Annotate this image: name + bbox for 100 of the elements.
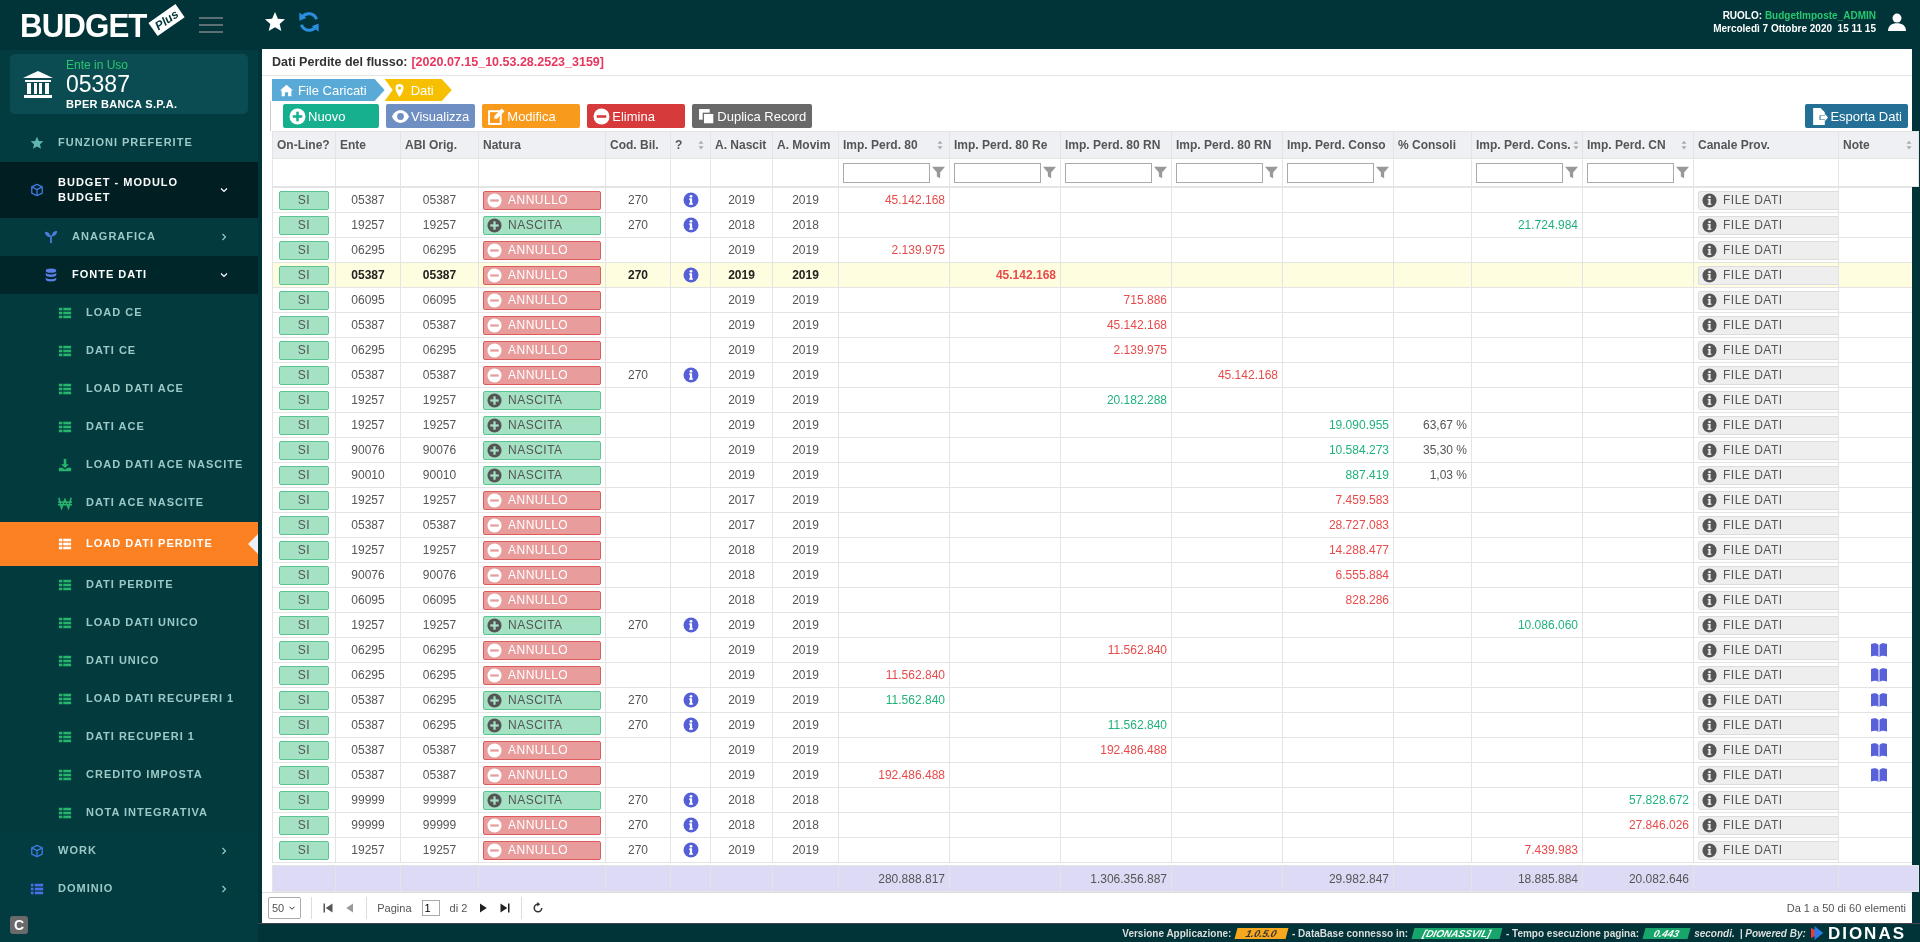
info-icon[interactable] [682, 842, 699, 858]
year-text: 2019 [792, 468, 819, 482]
code-text: 05387 [422, 518, 457, 532]
info-icon[interactable] [682, 192, 699, 208]
menu-item[interactable]: BUDGET - MODULO BUDGET [0, 162, 258, 218]
export-button[interactable]: Esporta Dati [1805, 104, 1908, 128]
date-time: Mercoledì 7 Ottobre 2020 15 11 15 [1713, 22, 1876, 36]
code-text: 06095 [422, 293, 457, 307]
nature-badge: ANNULLO [483, 565, 601, 585]
filter-icon[interactable] [1154, 166, 1167, 179]
menu-icon[interactable] [198, 15, 223, 35]
amount: 11.562.840 [885, 693, 945, 707]
filter-field[interactable] [1176, 162, 1263, 183]
code-text: 06295 [351, 643, 385, 657]
code-text: 05387 [351, 768, 385, 782]
first-page-icon[interactable] [322, 902, 335, 914]
book-icon[interactable] [1869, 692, 1888, 708]
book-icon[interactable] [1869, 742, 1888, 758]
duplicate-button[interactable]: Duplica Record [692, 104, 813, 128]
page-field[interactable]: 1 [421, 900, 440, 916]
star-icon[interactable] [264, 11, 286, 33]
year-text: 2019 [792, 343, 819, 357]
table-icon [58, 382, 72, 396]
column-header[interactable]: Note [1843, 138, 1870, 152]
info-icon[interactable] [682, 817, 699, 833]
delete-button[interactable]: Elimina [587, 104, 686, 128]
filter-icon[interactable] [932, 166, 945, 179]
minus-circle-icon [487, 592, 502, 608]
menu-item[interactable]: FONTE DATI [0, 256, 258, 294]
status-text: - DataBase connesso in: [1292, 927, 1409, 939]
minus-circle-icon [487, 367, 502, 383]
info-icon[interactable] [682, 367, 699, 383]
book-icon[interactable] [1869, 642, 1888, 658]
minus-circle-icon [593, 107, 611, 125]
plus-circle-icon [487, 467, 502, 483]
code-text: 19257 [351, 393, 385, 407]
menu-item[interactable]: WORK [0, 832, 258, 870]
info-icon [1702, 392, 1717, 408]
amount: 21.724.984 [1517, 218, 1578, 232]
info-icon [1702, 442, 1717, 458]
page-size-select[interactable]: 50 [268, 897, 302, 919]
code-text: 05387 [422, 768, 457, 782]
filter-icon[interactable] [1676, 166, 1689, 179]
status-badge: SI [279, 690, 329, 710]
nature-badge: NASCITA [483, 690, 601, 710]
amount: 45.142.168 [1106, 318, 1167, 332]
code-text: 05387 [351, 318, 385, 332]
corner-badge[interactable]: C [10, 916, 28, 934]
info-icon[interactable] [682, 267, 699, 283]
info-icon[interactable] [682, 717, 699, 733]
book-icon[interactable] [1869, 767, 1888, 783]
plus-icon [289, 107, 306, 125]
column-header[interactable]: Ente [340, 138, 366, 152]
filter-icon[interactable] [1565, 166, 1578, 179]
refresh-icon[interactable] [532, 902, 545, 914]
code-text: 270 [628, 368, 648, 382]
filter-icon[interactable] [1043, 166, 1056, 179]
filter-field[interactable] [1476, 162, 1563, 183]
filter-icon[interactable] [1265, 166, 1278, 179]
year-text: 2017 [728, 493, 755, 507]
bank-icon [22, 70, 54, 98]
last-page-icon[interactable] [499, 902, 512, 914]
filter-icon[interactable] [1376, 166, 1389, 179]
status-badge: SI [279, 315, 329, 335]
code-text: 19257 [351, 418, 385, 432]
nature-badge: ANNULLO [483, 665, 601, 685]
year-text: 2019 [728, 768, 755, 782]
channel-badge: FILE DATI [1698, 415, 1838, 435]
status-badge: SI [279, 215, 329, 235]
info-badge: [DIONASSVIL] [1411, 927, 1503, 939]
column-header[interactable]: Natura [483, 138, 521, 152]
filter-field[interactable] [843, 162, 930, 183]
book-icon[interactable] [1869, 667, 1888, 683]
year-text: 2018 [728, 793, 755, 807]
info-icon [1702, 267, 1717, 283]
filter-field[interactable] [1065, 162, 1152, 183]
info-icon [1702, 667, 1717, 683]
info-icon[interactable] [682, 792, 699, 808]
menu-item[interactable]: FUNZIONI PREFERITE [0, 124, 258, 162]
filter-field[interactable] [954, 162, 1041, 183]
version-badge: 1.0.5.0 [1234, 927, 1289, 939]
info-icon[interactable] [682, 217, 699, 233]
code-text: 19257 [351, 843, 385, 857]
nature-badge: ANNULLO [483, 590, 601, 610]
nature-badge: ANNULLO [483, 340, 601, 360]
column-header[interactable]: ? [675, 138, 683, 152]
user-icon[interactable] [1888, 13, 1906, 31]
amount: 7.439.983 [1524, 843, 1578, 857]
table-icon [58, 730, 72, 744]
info-icon [1702, 767, 1717, 783]
info-icon[interactable] [682, 617, 699, 633]
book-icon[interactable] [1869, 717, 1888, 733]
status-badge: SI [279, 440, 329, 460]
nature-badge: ANNULLO [483, 290, 601, 310]
menu-item[interactable]: DOMINIO [0, 870, 258, 908]
plus-circle-icon [487, 417, 502, 433]
filter-field[interactable] [1587, 162, 1674, 183]
filter-field[interactable] [1287, 162, 1374, 183]
export-icon [1811, 107, 1829, 125]
info-icon[interactable] [682, 692, 699, 708]
